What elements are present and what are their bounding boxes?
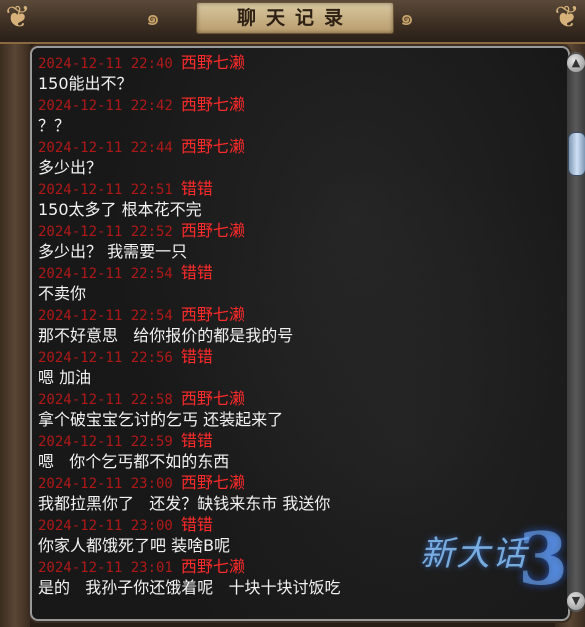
message-list[interactable]: 2024-12-11 22:40 西野七濑 150能出不？ 2024-12-11 22… (38, 52, 566, 617)
message-text: 多少出？ (38, 158, 103, 177)
message-timestamp: 2024-12-11 22:51 (38, 182, 173, 198)
corner-ornament-icon: ❦ (554, 0, 580, 35)
message-text: 我都拉黑你了 还发？缺钱来东市 我送你 (38, 494, 331, 513)
message-timestamp: 2024-12-11 23:01 (38, 560, 173, 576)
message-header: 2024-12-11 22:52 西野七濑 (38, 220, 566, 241)
message-sender[interactable]: 西野七濑 (181, 221, 245, 240)
message-sender[interactable]: 西野七濑 (181, 473, 245, 492)
message-header: 2024-12-11 22:58 西野七濑 (38, 388, 566, 409)
message-sender[interactable]: 错错 (181, 263, 213, 282)
message-header: 2024-12-11 22:51 错错 (38, 178, 566, 199)
message-header: 2024-12-11 22:44 西野七濑 (38, 136, 566, 157)
message-header: 2024-12-11 22:56 错错 (38, 346, 566, 367)
message-timestamp: 2024-12-11 22:56 (38, 350, 173, 366)
message-timestamp: 2024-12-11 22:42 (38, 98, 173, 114)
scroll-up-icon[interactable]: ▲ (567, 54, 585, 72)
message-sender[interactable]: 西野七濑 (181, 557, 245, 576)
message-timestamp: 2024-12-11 22:59 (38, 434, 173, 450)
message-text: 嗯 你个乞丐都不如的东西 (38, 452, 230, 471)
message-header: 2024-12-11 22:59 错错 (38, 430, 566, 451)
message-sender[interactable]: 错错 (181, 515, 213, 534)
message-sender[interactable]: 西野七濑 (181, 305, 245, 324)
message-header: 2024-12-11 23:00 错错 (38, 514, 566, 535)
message-sender[interactable]: 错错 (181, 431, 213, 450)
message-header: 2024-12-11 22:40 西野七濑 (38, 52, 566, 73)
message-text: 是的 我孙子你还饿着呢 十块十块讨饭吃 (38, 578, 341, 597)
message-text: 那不好意思 给你报价的都是我的号 (38, 326, 294, 345)
chat-log-panel[interactable]: 2024-12-11 22:40 西野七濑 150能出不？ 2024-12-11 22… (30, 46, 570, 621)
scroll-down-icon[interactable]: ▼ (567, 592, 585, 610)
message-header: 2024-12-11 22:42 西野七濑 (38, 94, 566, 115)
message-sender[interactable]: 错错 (181, 347, 213, 366)
message-text: ？？ (38, 116, 71, 135)
message-text: 拿个破宝宝乞讨的乞丐 还装起来了 (38, 410, 284, 429)
swirl-ornament-icon: ๑ (146, 6, 160, 31)
message-timestamp: 2024-12-11 22:54 (38, 266, 173, 282)
corner-ornament-icon: ❦ (5, 0, 31, 35)
message-sender[interactable]: 西野七濑 (181, 53, 245, 72)
swirl-ornament-icon: ๑ (400, 6, 414, 31)
message-timestamp: 2024-12-11 23:00 (38, 476, 173, 492)
message-text: 150能出不？ (38, 74, 133, 93)
scrollbar[interactable]: ▲ ▼ (567, 52, 585, 612)
message-timestamp: 2024-12-11 23:00 (38, 518, 173, 534)
message-text: 150太多了 根本花不完 (38, 200, 202, 219)
message-timestamp: 2024-12-11 22:52 (38, 224, 173, 240)
message-text: 你家人都饿死了吧 装啥B呢 (38, 536, 231, 555)
message-sender[interactable]: 西野七濑 (181, 95, 245, 114)
message-timestamp: 2024-12-11 22:40 (38, 56, 173, 72)
title-bar[interactable]: ❦ ๑ 聊天记录 ๑ ❦ (0, 0, 585, 44)
message-header: 2024-12-11 23:00 西野七濑 (38, 472, 566, 493)
message-text: 不卖你 (38, 284, 87, 303)
message-timestamp: 2024-12-11 22:54 (38, 308, 173, 324)
message-header: 2024-12-11 22:54 错错 (38, 262, 566, 283)
scrollbar-thumb[interactable] (568, 132, 585, 176)
message-sender[interactable]: 错错 (181, 179, 213, 198)
message-sender[interactable]: 西野七濑 (181, 389, 245, 408)
window-title: 聊天记录 (196, 2, 394, 34)
message-header: 2024-12-11 23:01 西野七濑 (38, 556, 566, 577)
message-header: 2024-12-11 22:54 西野七濑 (38, 304, 566, 325)
message-text: 嗯 加油 (38, 368, 92, 387)
message-text: 多少出？ 我需要一只 (38, 242, 188, 261)
message-timestamp: 2024-12-11 22:44 (38, 140, 173, 156)
message-sender[interactable]: 西野七濑 (181, 137, 245, 156)
message-timestamp: 2024-12-11 22:58 (38, 392, 173, 408)
frame-left-border (0, 42, 30, 627)
